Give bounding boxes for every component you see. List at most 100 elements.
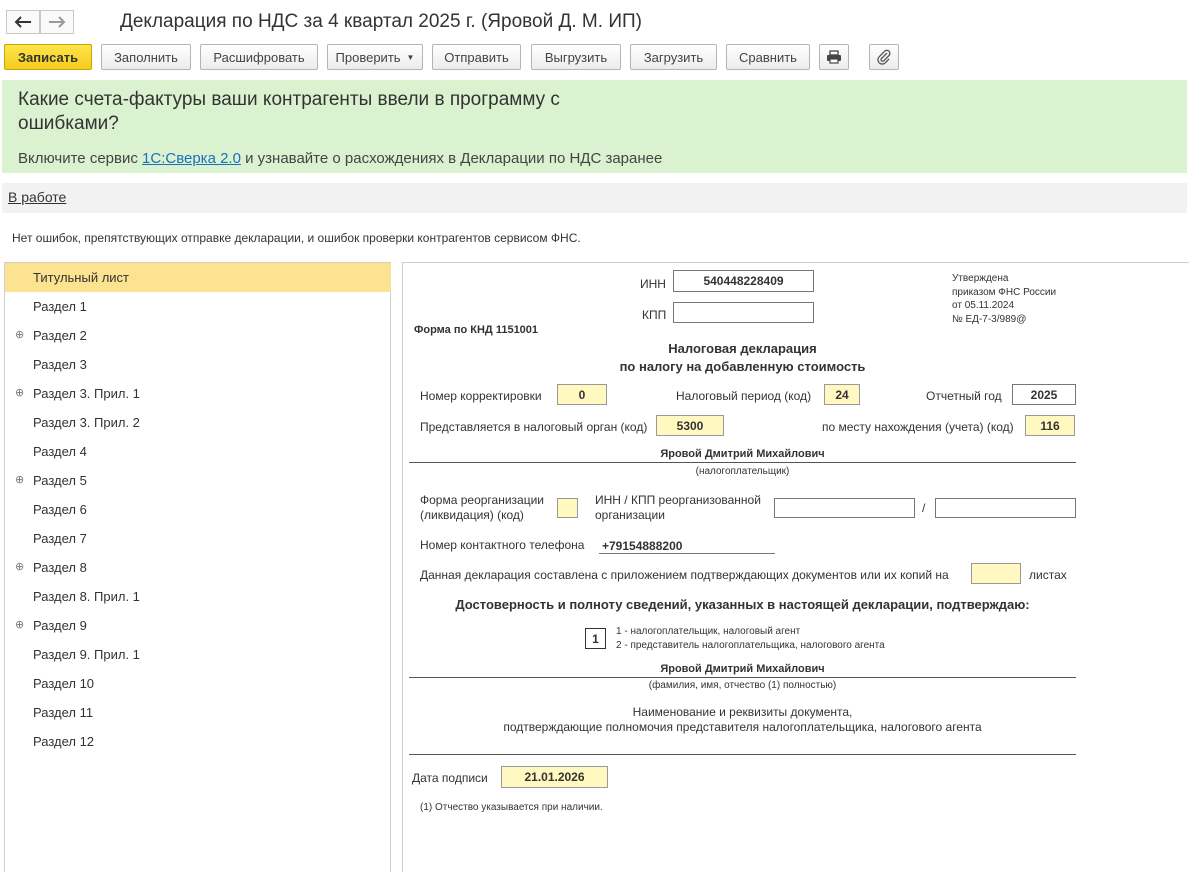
phone-field[interactable]: +79154888200 — [602, 539, 682, 553]
expand-plus-icon[interactable]: ⊕ — [15, 619, 24, 631]
back-button[interactable] — [6, 10, 40, 34]
banner-text-after: и узнавайте о расхождениях в Декларации … — [240, 150, 663, 167]
pages-field[interactable] — [971, 563, 1021, 584]
sidebar-item[interactable]: ⊕ Раздел 9 — [5, 611, 391, 640]
sidebar-item-label: Титульный лист — [33, 270, 130, 285]
sidebar-item-label: Раздел 12 — [33, 734, 95, 749]
approved-line: приказом ФНС России — [952, 286, 1057, 298]
sidebar-item[interactable]: ⊕ Раздел 3. Прил. 1 — [5, 379, 391, 408]
signer-caption: (фамилия, имя, отчество (1) полностью) — [648, 680, 837, 691]
inn-label: ИНН — [640, 277, 666, 291]
divider — [409, 754, 1076, 755]
sidebar-item-label: Раздел 5 — [33, 473, 87, 488]
sidebar-item[interactable]: Раздел 11 — [5, 698, 391, 727]
kpp-field[interactable] — [673, 302, 814, 323]
expand-plus-icon[interactable]: ⊕ — [15, 329, 24, 341]
footnote: (1) Отчество указывается при наличии. — [420, 802, 603, 813]
printer-icon — [827, 50, 841, 64]
doc-line-1: Наименование и реквизиты документа, — [632, 705, 853, 719]
arrow-right-icon — [49, 16, 66, 28]
reorg-label: Форма реорганизации (ликвидация) (код) — [420, 493, 544, 523]
status-link[interactable]: В работе — [8, 189, 66, 205]
year-field[interactable]: 2025 — [1012, 384, 1076, 405]
save-button[interactable]: Записать — [4, 44, 92, 70]
import-button[interactable]: Загрузить — [630, 44, 717, 70]
tax-office-field[interactable]: 5300 — [656, 415, 724, 436]
compare-button[interactable]: Сравнить — [726, 44, 810, 70]
check-dropdown-button[interactable]: Проверить ▼ — [327, 44, 423, 70]
attach-button[interactable] — [869, 44, 899, 70]
reorg-kpp-field[interactable] — [935, 498, 1076, 518]
tax-office-label: Представляется в налоговый орган (код) — [420, 420, 648, 434]
sidebar-item[interactable]: ⊕ Раздел 5 — [5, 466, 391, 495]
sidebar-item[interactable]: ⊕ Раздел 2 — [5, 321, 391, 350]
check-message: Нет ошибок, препятствующих отправке декл… — [12, 231, 581, 245]
signer-name: Яровой Дмитрий Михайлович — [660, 663, 825, 675]
reorg-inn-field[interactable] — [774, 498, 915, 518]
sverka-link[interactable]: 1С:Сверка 2.0 — [142, 150, 241, 167]
slash-separator: / — [922, 501, 926, 515]
expand-plus-icon[interactable]: ⊕ — [15, 387, 24, 399]
signer-option-1: 1 - налогоплательщик, налоговый агент — [616, 626, 801, 637]
banner-text-before: Включите сервис — [18, 150, 143, 167]
taxpayer-caption: (налогоплательщик) — [695, 466, 790, 477]
promo-banner: Какие счета-фактуры ваши контрагенты вве… — [2, 80, 1187, 173]
approved-line: Утверждена — [952, 273, 1009, 284]
form-code: Форма по КНД 1151001 — [414, 324, 539, 336]
expand-plus-icon[interactable]: ⊕ — [15, 561, 24, 573]
sign-date-label: Дата подписи — [412, 771, 488, 785]
location-label: по месту нахождения (учета) (код) — [822, 420, 1014, 434]
sidebar-item-label: Раздел 7 — [33, 531, 87, 546]
reorg-label-line: (ликвидация) (код) — [420, 508, 524, 522]
sidebar-item[interactable]: Раздел 3 — [5, 350, 391, 379]
sidebar-item-label: Раздел 8 — [33, 560, 87, 575]
sidebar-item-label: Раздел 4 — [33, 444, 87, 459]
decode-button[interactable]: Расшифровать — [200, 44, 318, 70]
phone-label: Номер контактного телефона — [420, 538, 585, 552]
reorg-label-line: Форма реорганизации — [420, 493, 544, 507]
sidebar-item[interactable]: Раздел 8. Прил. 1 — [5, 582, 391, 611]
sidebar-item[interactable]: Раздел 1 — [5, 292, 391, 321]
check-button-label: Проверить — [335, 49, 401, 65]
pages-suffix: листах — [1029, 568, 1067, 582]
send-button[interactable]: Отправить — [432, 44, 521, 70]
status-bar: В работе — [2, 183, 1187, 213]
reorg-field[interactable] — [557, 498, 578, 518]
sign-date-field[interactable]: 21.01.2026 — [501, 766, 608, 788]
signer-option-2: 2 - представитель налогоплательщика, нал… — [616, 640, 885, 651]
sidebar-item-label: Раздел 11 — [33, 705, 94, 720]
doc-line-2: подтверждающие полномочия представителя … — [503, 720, 982, 734]
sidebar-item[interactable]: Раздел 6 — [5, 495, 391, 524]
expand-plus-icon[interactable]: ⊕ — [15, 474, 24, 486]
divider — [409, 462, 1076, 463]
sidebar-item-label: Раздел 3 — [33, 357, 87, 372]
sidebar-item-label: Раздел 10 — [33, 676, 95, 691]
print-button[interactable] — [819, 44, 849, 70]
sidebar-item[interactable]: Титульный лист — [5, 263, 391, 292]
signer-options: 1 - налогоплательщик, налоговый агент 2 … — [616, 625, 885, 653]
location-field[interactable]: 116 — [1025, 415, 1075, 436]
sidebar-item[interactable]: Раздел 10 — [5, 669, 391, 698]
sidebar-item[interactable]: ⊕ Раздел 8 — [5, 553, 391, 582]
form-title-2: по налогу на добавленную стоимость — [619, 359, 866, 374]
sidebar-item[interactable]: Раздел 3. Прил. 2 — [5, 408, 391, 437]
kpp-label: КПП — [642, 308, 667, 322]
sidebar-item[interactable]: Раздел 9. Прил. 1 — [5, 640, 391, 669]
paperclip-icon — [877, 49, 891, 65]
sidebar-item-label: Раздел 9 — [33, 618, 87, 633]
fill-button[interactable]: Заполнить — [101, 44, 191, 70]
sections-list: Титульный лист Раздел 1 ⊕ Раздел 2 Раздел 3 ⊕… — [4, 262, 391, 872]
year-label: Отчетный год — [926, 389, 1002, 403]
forward-button[interactable] — [40, 10, 74, 34]
sidebar-item[interactable]: Раздел 4 — [5, 437, 391, 466]
sidebar-item[interactable]: Раздел 7 — [5, 524, 391, 553]
period-field[interactable]: 24 — [824, 384, 860, 405]
approved-line: № ЕД-7-3/989@ — [952, 313, 1027, 325]
signer-type-field[interactable]: 1 — [585, 628, 606, 649]
export-button[interactable]: Выгрузить — [531, 44, 621, 70]
sidebar-item-label: Раздел 1 — [33, 299, 87, 314]
inn-field[interactable]: 540448228409 — [673, 270, 814, 292]
correction-field[interactable]: 0 — [557, 384, 607, 405]
sidebar-item[interactable]: Раздел 12 — [5, 727, 391, 756]
period-label: Налоговый период (код) — [676, 389, 812, 403]
